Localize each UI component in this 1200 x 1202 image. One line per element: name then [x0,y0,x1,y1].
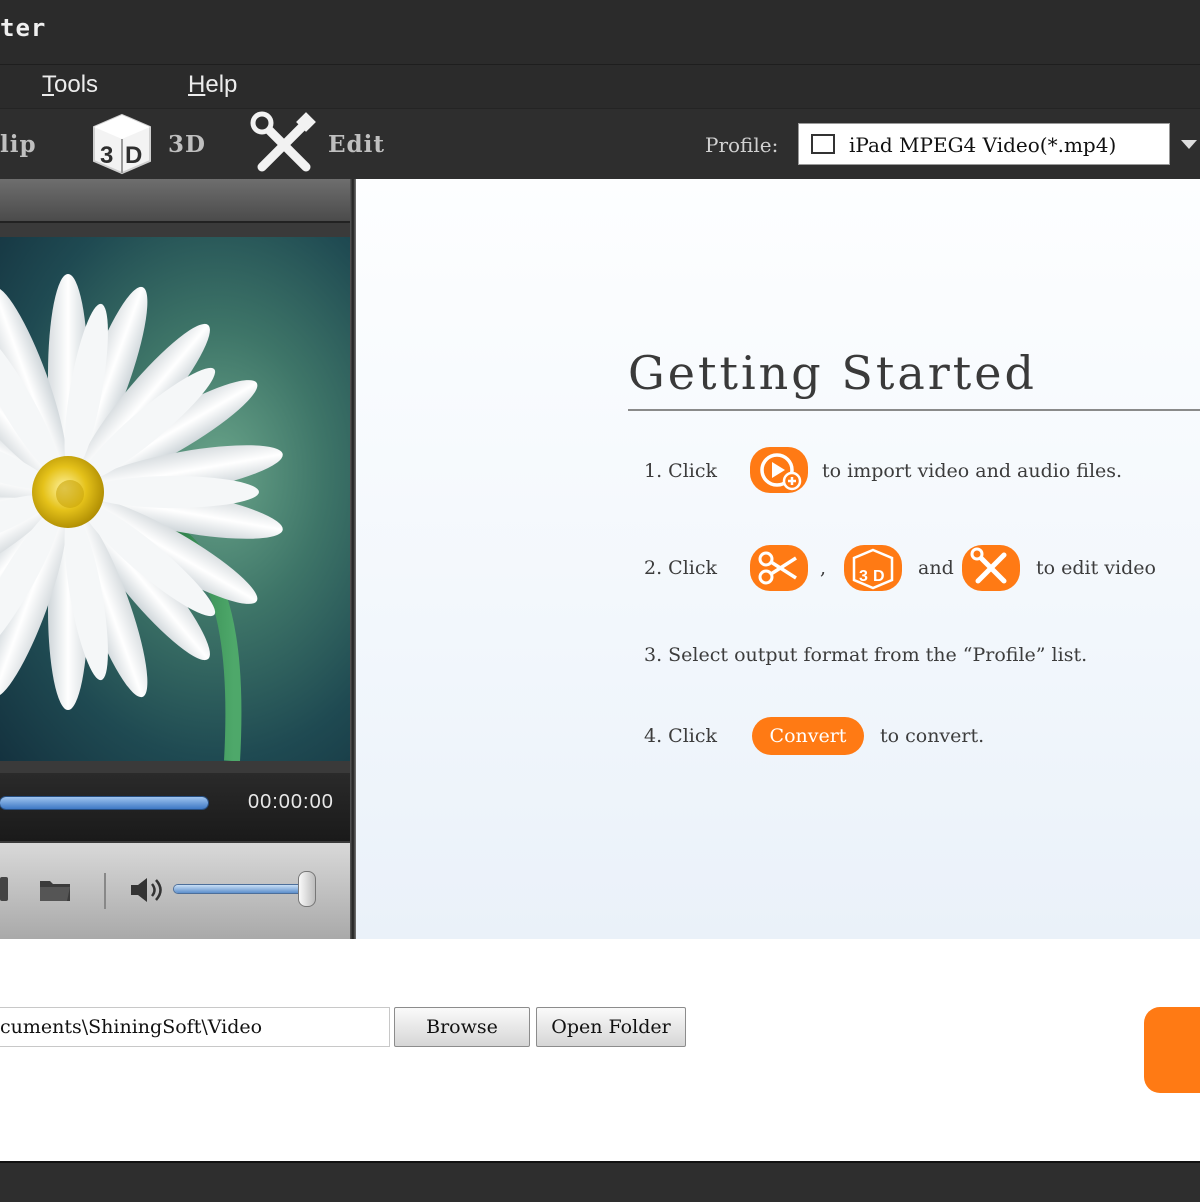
daisy-image [0,274,283,761]
title-divider [628,409,1200,411]
profile-label: Profile: [705,133,779,157]
svg-text:D: D [873,568,885,585]
menu-tools-mnemonic: T [42,71,54,98]
menu-help[interactable]: Help [188,71,237,99]
player-controls [0,843,350,939]
open-folder-button[interactable]: Open Folder [536,1007,686,1047]
step-3-text: 3. Select output format from the “Profil… [644,644,1088,666]
3d-cube-glyph: 3 D [852,548,894,590]
volume-knob[interactable] [298,871,316,907]
menu-help-label: elp [205,71,238,98]
3d-orange-icon: 3 D [844,545,902,591]
clip-button[interactable]: lip [0,131,37,158]
getting-started-panel: Getting Started 1. Click to import video… [356,179,1200,939]
3d-cube-icon: 3 D [93,113,151,175]
wrench-screwdriver-icon [250,111,316,172]
title-bar: ter [0,0,1200,64]
preview-panel: 00:00:00 [0,179,356,939]
step-4-suffix: to convert. [880,725,985,747]
speaker-icon [131,878,162,902]
menu-tools[interactable]: Tools [42,71,98,99]
menu-help-mnemonic: H [188,71,206,98]
step-2-prefix: 2. Click [644,557,718,579]
folder-icon [40,881,70,901]
preview-header [0,179,350,223]
profile-value: iPad MPEG4 Video(*.mp4) [849,133,1117,157]
browse-button[interactable]: Browse [394,1007,530,1047]
output-area: cuments\ShiningSoft\Video Browse Open Fo… [0,939,1200,1161]
edit-orange-icon [962,545,1020,591]
seek-bar[interactable] [0,797,208,809]
volume-button[interactable] [128,875,164,905]
menu-tools-label: ools [54,71,99,98]
menu-bar: Tools Help [0,64,1200,109]
convert-button[interactable] [1144,1007,1200,1093]
add-video-glyph [760,453,802,491]
progress-area: 00:00:00 [0,773,350,841]
edit-label: Edit [328,131,385,158]
volume-slider[interactable] [174,885,312,893]
step-2-and: and [918,557,954,579]
video-preview [0,237,350,761]
3d-label: 3D [168,131,206,158]
window-title: ter [0,14,47,42]
getting-started-title: Getting Started [628,346,1037,400]
step-1-suffix: to import video and audio files. [822,460,1123,482]
step-2-suffix: to edit video [1036,557,1156,579]
step-4-prefix: 4. Click [644,725,718,747]
scissors-icon [750,545,808,591]
edit-button[interactable] [250,111,318,177]
step-2-comma: , [820,557,827,579]
toolbar: lip 3 D 3D Edit Profile: iPad MPEG4 Vide… [0,108,1200,180]
output-path-field[interactable]: cuments\ShiningSoft\Video [0,1007,390,1047]
status-bar [0,1161,1200,1202]
time-display: 00:00:00 [248,791,334,813]
profile-select[interactable]: iPad MPEG4 Video(*.mp4) [798,123,1170,165]
profile-dropdown-arrow[interactable] [1175,123,1200,165]
convert-hint-badge: Convert [752,717,864,755]
svg-text:D: D [125,142,142,169]
scissors-glyph [758,551,797,585]
3d-button[interactable]: 3 D [88,111,156,177]
add-video-icon [750,447,808,493]
tablet-icon [811,134,835,154]
controls-divider [104,873,106,909]
svg-text:3: 3 [859,568,868,585]
snapshot-icon[interactable] [0,877,8,901]
wrench-glyph [970,547,1007,584]
svg-text:3: 3 [100,142,113,169]
step-1-prefix: 1. Click [644,460,718,482]
open-folder-icon[interactable] [38,877,72,903]
